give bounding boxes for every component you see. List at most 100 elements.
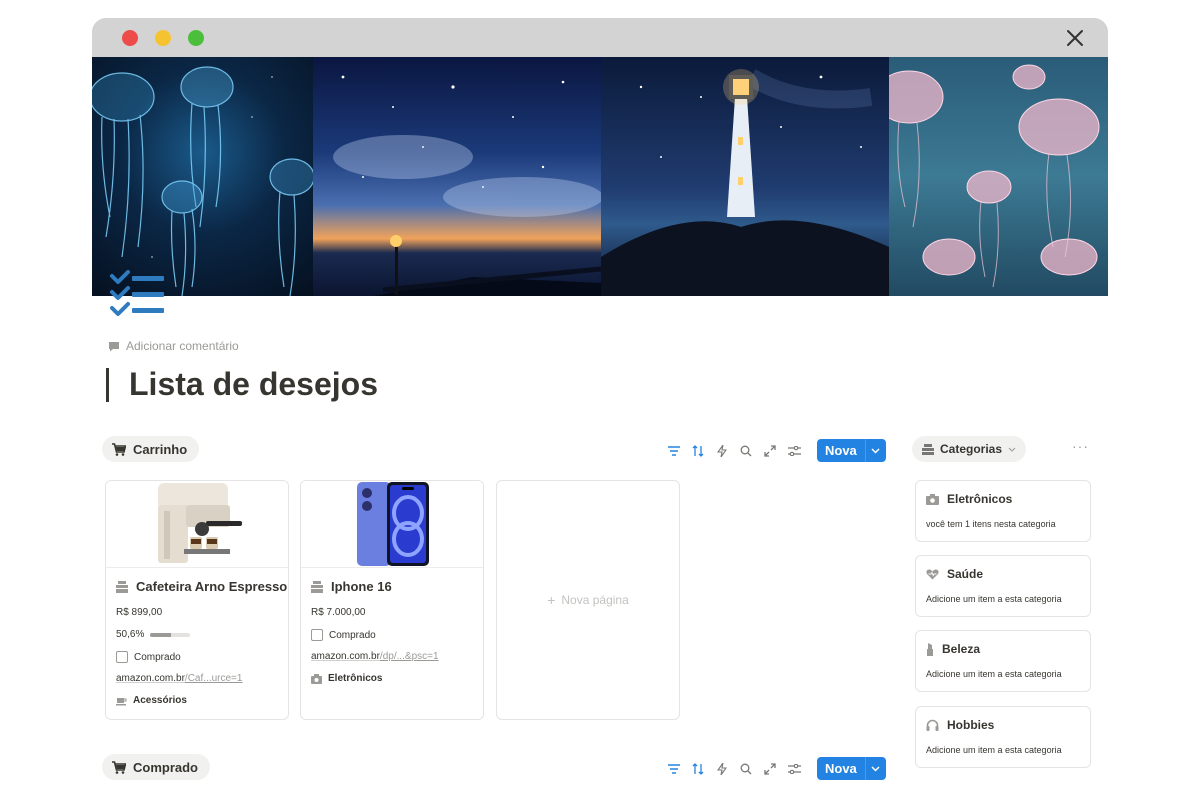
card-price: R$ 899,00 <box>116 607 162 618</box>
add-comment-button[interactable]: Adicionar comentário <box>108 339 239 353</box>
progress-fill <box>150 632 171 637</box>
filter-icon[interactable] <box>667 444 681 458</box>
category-description: Adicione um item a esta categoria <box>926 594 1062 604</box>
expand-icon[interactable] <box>763 444 777 458</box>
card-price: R$ 7.000,00 <box>311 607 366 618</box>
cover-panel-starry-pier <box>313 57 601 296</box>
category-card-eletronicos[interactable]: Eletrônicos você tem 1 itens nesta categ… <box>915 480 1091 542</box>
new-button[interactable]: Nova <box>817 757 886 780</box>
card-purchased: Comprado <box>116 651 181 663</box>
category-name: Hobbies <box>926 718 994 732</box>
card-title: Cafeteira Arno Espresso <box>116 579 287 594</box>
gallery-card-iphone[interactable]: Iphone 16 R$ 7.000,00 Comprado amazon.co… <box>300 480 484 720</box>
url-domain: amazon.com.br <box>311 651 380 662</box>
purchased-label: Comprado <box>134 651 181 663</box>
page-title-text: Lista de desejos <box>129 366 378 402</box>
automation-icon[interactable] <box>715 762 729 776</box>
chevron-down-icon[interactable] <box>864 439 886 462</box>
purchased-label: Comprado <box>329 629 376 641</box>
settings-icon[interactable] <box>787 762 801 776</box>
gallery-card-cafeteira[interactable]: Cafeteira Arno Espresso R$ 899,00 50,6% … <box>105 480 289 720</box>
product-image-espresso-machine <box>106 481 288 568</box>
cart-icon <box>112 442 126 456</box>
iphone-icon <box>357 482 429 566</box>
categories-label: Categorias <box>940 442 1003 456</box>
search-icon[interactable] <box>739 762 753 776</box>
view-tab-carrinho[interactable]: Carrinho <box>102 436 200 462</box>
view-tab-comprado[interactable]: Comprado <box>102 754 210 780</box>
camera-icon <box>926 493 939 505</box>
view-tab-label: Comprado <box>133 759 198 775</box>
card-title-text: Cafeteira Arno Espresso <box>136 579 288 594</box>
chevron-down-icon <box>1008 447 1016 452</box>
settings-icon[interactable] <box>787 444 801 458</box>
card-url-link[interactable]: amazon.com.br/dp/...&psc=1 <box>311 651 439 662</box>
new-button-label[interactable]: Nova <box>817 757 865 780</box>
page-icon <box>311 580 323 593</box>
automation-icon[interactable] <box>715 444 729 458</box>
expand-icon[interactable] <box>763 762 777 776</box>
view-toolbar: Nova <box>667 757 886 780</box>
title-bar <box>92 18 1108 57</box>
new-page-label: Nova página <box>561 593 629 607</box>
card-progress: 50,6% <box>116 629 191 640</box>
category-card-saude[interactable]: Saúde Adicione um item a esta categoria <box>915 555 1091 617</box>
view-toolbar: Nova <box>667 439 886 462</box>
category-description: Adicione um item a esta categoria <box>926 669 1062 679</box>
coffee-icon <box>116 697 127 705</box>
price-value: R$ 7.000,00 <box>311 607 366 618</box>
close-window-dot[interactable] <box>122 30 138 46</box>
cover-panel-jellyfish <box>92 57 313 296</box>
card-category: Acessórios <box>116 695 187 706</box>
heart-icon <box>926 568 939 579</box>
sort-icon[interactable] <box>691 444 705 458</box>
comment-icon <box>109 341 119 351</box>
new-button-label[interactable]: Nova <box>817 439 865 462</box>
database-icon <box>922 443 934 455</box>
checklist-icon <box>110 270 164 316</box>
new-button[interactable]: Nova <box>817 439 886 462</box>
add-comment-label: Adicionar comentário <box>126 339 239 353</box>
filter-icon[interactable] <box>667 762 681 776</box>
view-tab-categorias[interactable]: Categorias <box>912 436 1027 462</box>
sort-icon[interactable] <box>691 762 705 776</box>
category-label: Acessórios <box>133 695 187 706</box>
chevron-down-icon[interactable] <box>864 757 886 780</box>
close-icon[interactable] <box>1064 27 1086 49</box>
maximize-window-dot[interactable] <box>188 30 204 46</box>
camera-icon <box>311 673 322 684</box>
minimize-window-dot[interactable] <box>155 30 171 46</box>
purchased-checkbox[interactable] <box>116 651 128 663</box>
cover-panel-pink-jellyfish <box>889 57 1108 296</box>
category-name: Saúde <box>926 567 983 581</box>
page-title[interactable]: Lista de desejos <box>106 366 378 403</box>
progress-text: 50,6% <box>116 629 145 640</box>
category-name-text: Saúde <box>947 567 984 581</box>
category-card-beleza[interactable]: Beleza Adicione um item a esta categoria <box>915 630 1091 692</box>
category-description: Adicione um item a esta categoria <box>926 745 1062 755</box>
category-card-hobbies[interactable]: Hobbies Adicione um item a esta categori… <box>915 706 1091 768</box>
card-title: Iphone 16 <box>311 579 392 594</box>
price-value: R$ 899,00 <box>116 607 163 618</box>
category-label: Eletrônicos <box>328 673 383 684</box>
url-path: /dp/...&psc=1 <box>379 651 439 662</box>
plus-icon: + <box>547 592 556 608</box>
url-path: /Caf...urce=1 <box>184 673 243 684</box>
product-image-iphone <box>301 481 483 568</box>
lipstick-icon <box>927 642 933 656</box>
card-title-text: Iphone 16 <box>331 579 392 594</box>
search-icon[interactable] <box>739 444 753 458</box>
url-domain: amazon.com.br <box>116 673 185 684</box>
category-description: você tem 1 itens nesta categoria <box>926 519 1056 529</box>
text-cursor <box>106 367 109 402</box>
card-purchased: Comprado <box>311 629 376 641</box>
view-tab-label: Carrinho <box>133 441 188 457</box>
category-name: Eletrônicos <box>926 492 1012 506</box>
card-url-link[interactable]: amazon.com.br/Caf...urce=1 <box>116 673 242 684</box>
new-page-card[interactable]: + Nova página <box>496 480 680 720</box>
more-options-button[interactable]: ··· <box>1072 438 1089 454</box>
purchased-checkbox[interactable] <box>311 629 323 641</box>
category-name-text: Beleza <box>942 642 981 656</box>
category-name-text: Eletrônicos <box>947 492 1013 506</box>
espresso-machine-icon <box>158 483 242 563</box>
